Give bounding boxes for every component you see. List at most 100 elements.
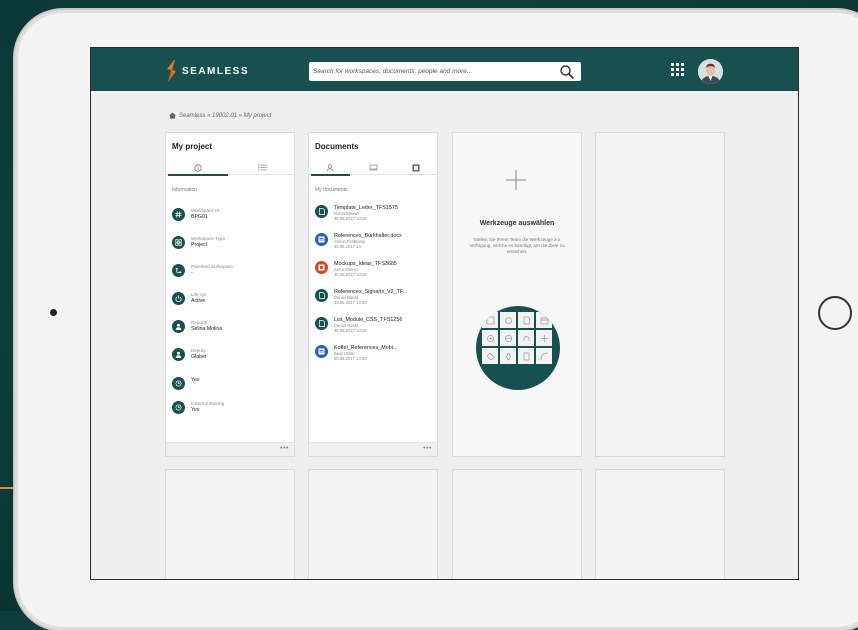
document-row[interactable]: References_Burkhalter.docx Simon Feldkam… (315, 233, 402, 249)
info-row-reports: Reports Selina Molina (172, 320, 222, 333)
tab-list[interactable] (230, 160, 294, 175)
plus-icon[interactable] (505, 169, 527, 191)
documents-card-tabs (309, 160, 437, 176)
row-value: - (191, 270, 193, 276)
document-row[interactable]: Template_Letter_TFS1575 Robin Steiner 30… (315, 205, 398, 221)
info-row-deputy: Deputy Glaber (172, 348, 207, 361)
tool-tile (536, 312, 552, 328)
hierarchy-icon (172, 264, 185, 277)
tool-tile (518, 312, 534, 328)
tool-tile (482, 348, 498, 364)
app-screen: SEAMLESS Search for workspaces, document… (90, 47, 799, 580)
home-button[interactable] (818, 296, 852, 330)
home-icon[interactable] (169, 112, 176, 119)
empty-card (452, 469, 582, 579)
document-date: 30.05.2017 14:20 (334, 328, 367, 333)
row-value: Yes (191, 407, 200, 413)
tab-my-documents[interactable] (309, 160, 352, 176)
search-input[interactable] (309, 63, 557, 80)
tools-title: Werkzeuge auswählen (479, 220, 555, 227)
word-icon (315, 345, 328, 358)
document-date: 30.05.2017 14:20 (334, 216, 367, 221)
tab-office-documents[interactable] (394, 160, 437, 175)
row-value: BPG01 (191, 214, 208, 220)
app-launcher-icon[interactable] (671, 63, 684, 76)
hash-icon (172, 208, 185, 221)
document-icon (315, 205, 328, 218)
power-icon (172, 292, 185, 305)
documents-card-title: Documents (315, 142, 359, 151)
info-row-parented-workspace: Parented workspace - (172, 264, 233, 277)
row-value: Selina Molina (191, 326, 223, 332)
empty-card (308, 469, 438, 579)
info-row-workspace-type: Workspace Type Project (172, 236, 225, 249)
document-row[interactable]: List_Module_CSS_TFS1256 Daniel Nüssli 30… (315, 317, 402, 333)
documents-card: Documents My documents Template_Letter_T… (308, 132, 438, 457)
empty-card (595, 469, 725, 579)
row-value: Active (191, 298, 206, 304)
stack-icon (369, 164, 377, 171)
empty-card (165, 469, 295, 579)
tool-tile (500, 312, 516, 328)
avatar[interactable] (698, 59, 723, 84)
project-card-footer: ••• (166, 442, 294, 456)
tool-tile (482, 330, 498, 346)
info-row-workspace-id: Workspace ID BPG01 (172, 208, 220, 221)
background-accent-line (0, 487, 16, 489)
brand-name: SEAMLESS (182, 65, 250, 77)
tool-tile (500, 348, 516, 364)
clock-icon (172, 377, 185, 390)
document-row[interactable]: Koffel_References_Mobi... Beat Utzler 30… (315, 345, 397, 361)
tool-tile (518, 330, 534, 346)
logo-mark-icon (167, 60, 176, 82)
project-card-title: My project (172, 142, 213, 151)
empty-card (595, 132, 725, 457)
list-icon (257, 164, 267, 171)
breadcrumb: Seamless » 19002.01 » My project (169, 112, 271, 119)
tab-shared-documents[interactable] (352, 160, 395, 175)
tool-tile (536, 348, 552, 364)
clock-icon (172, 401, 185, 414)
tool-tile (482, 312, 498, 328)
row-value: Yes (191, 377, 200, 383)
more-icon[interactable]: ••• (423, 445, 432, 452)
document-icon (315, 317, 328, 330)
document-row[interactable]: Mockups_Ideas_TFS3685 Anna Steiner 30.05… (315, 261, 397, 277)
camera (50, 309, 57, 316)
project-card: My project Information Workspace ID BPG0… (165, 132, 295, 457)
user-photo (698, 59, 723, 84)
grid-icon (172, 236, 185, 249)
information-section-label: Information (172, 187, 198, 193)
document-date: 30.05.2017 14:20 (334, 356, 367, 361)
tools-card[interactable]: Werkzeuge auswählen Stellen Sie Ihrem Te… (452, 132, 582, 457)
document-icon (315, 289, 328, 302)
person-icon (326, 163, 334, 172)
search-box[interactable] (309, 62, 581, 81)
info-row-external-sharing: External sharing Yes (172, 401, 224, 414)
more-icon[interactable]: ••• (280, 445, 289, 452)
document-date: 30.05.2017 14:20 (334, 272, 367, 277)
breadcrumb-path[interactable]: Seamless » 19002.01 » My project (179, 113, 271, 119)
tab-info[interactable] (166, 160, 230, 176)
document-date: 30.05.2017 14: (334, 244, 362, 249)
word-icon (315, 233, 328, 246)
office-icon (412, 164, 420, 171)
document-date: 30.05.2017 14:20 (334, 300, 367, 305)
person-icon (172, 348, 185, 361)
info-row-sharing: Yes (172, 377, 199, 390)
powerpoint-icon (315, 261, 328, 274)
document-row[interactable]: References_Signaris_V2_TF... Daniel Nüss… (315, 289, 407, 305)
my-documents-section-label: My documents (315, 187, 348, 193)
project-card-tabs (166, 160, 294, 176)
search-icon[interactable] (559, 64, 575, 80)
tool-tile (500, 330, 516, 346)
tool-tile (518, 348, 534, 364)
person-icon (172, 320, 185, 333)
tools-description: Stellen Sie Ihrem Team die Werkzeuge zur… (469, 237, 565, 254)
logo[interactable]: SEAMLESS (165, 60, 249, 82)
row-value: Project (191, 242, 208, 248)
info-row-life-cycle: Life cyc Active (172, 292, 207, 305)
info-icon (194, 163, 202, 172)
tool-tile (536, 330, 552, 346)
row-value: Glaber (191, 354, 207, 360)
